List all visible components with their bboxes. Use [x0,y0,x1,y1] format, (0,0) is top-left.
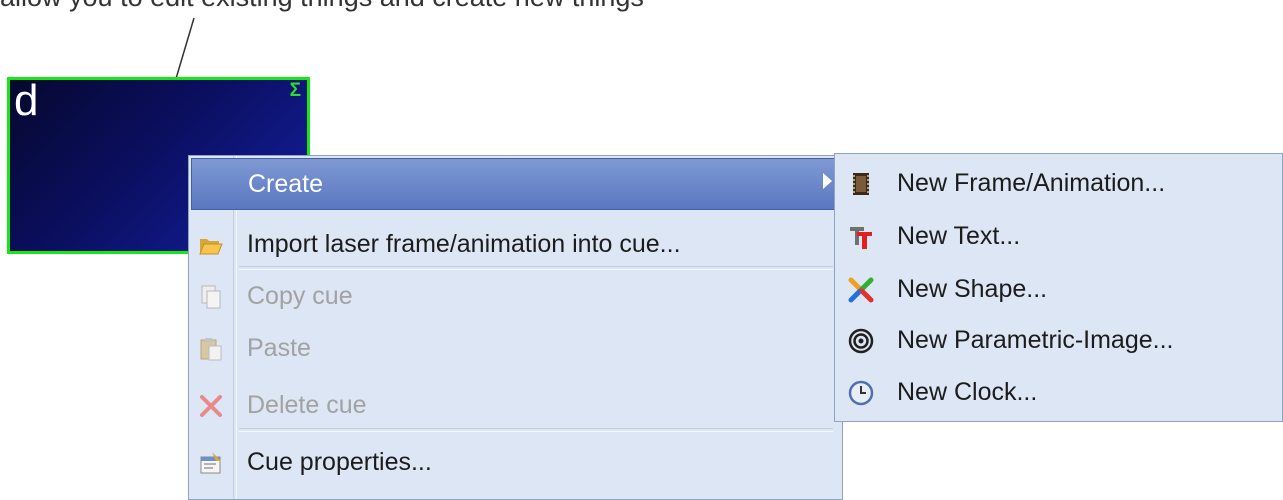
menu-item-label: Import laser frame/animation into cue... [247,230,681,258]
create-submenu: New Frame/Animation... New Text... New S… [834,153,1283,422]
menu-item-copy-cue[interactable]: Copy cue [191,271,839,323]
menu-item-cue-properties[interactable]: Cue properties... [191,437,839,489]
submenu-item-new-clock[interactable]: New Clock... [837,367,1277,419]
text-tool-icon [847,223,875,251]
context-menu: Create Import laser frame/animation into… [188,155,843,500]
submenu-item-label: New Frame/Animation... [897,169,1166,197]
submenu-item-label: New Shape... [897,275,1048,303]
menu-item-label: Create [248,170,324,198]
sigma-icon: Σ [289,80,301,101]
menu-item-create[interactable]: Create [191,158,839,210]
folder-open-icon [197,231,225,259]
submenu-item-label: New Clock... [897,378,1038,406]
submenu-item-new-frame-animation[interactable]: New Frame/Animation... [837,158,1277,210]
delete-x-icon [197,392,225,420]
menu-item-import-laser-frame[interactable]: Import laser frame/animation into cue... [191,219,839,271]
menu-item-label: Cue properties... [247,448,432,476]
menu-separator [239,266,833,270]
menu-item-paste[interactable]: Paste [191,323,839,375]
submenu-item-new-text[interactable]: New Text... [837,211,1277,263]
film-frame-icon [847,170,875,198]
menu-item-label: Delete cue [247,391,367,419]
tutorial-caption: allow you to edit existing things and cr… [0,0,760,12]
submenu-arrow-icon [823,173,832,189]
menu-item-label: Copy cue [247,282,353,310]
submenu-item-label: New Parametric-Image... [897,326,1174,354]
cue-label: d [14,76,39,125]
submenu-item-new-shape[interactable]: New Shape... [837,264,1277,316]
clock-icon [847,379,875,407]
paste-icon [197,335,225,363]
menu-item-label: Paste [247,334,311,362]
submenu-item-new-parametric-image[interactable]: New Parametric-Image... [837,315,1277,367]
spiral-icon [847,327,875,355]
submenu-item-label: New Text... [897,222,1021,250]
menu-item-delete-cue[interactable]: Delete cue [191,380,839,432]
menu-separator [239,428,833,432]
shape-tool-icon [847,276,875,304]
properties-icon [197,449,225,477]
copy-icon [197,283,225,311]
